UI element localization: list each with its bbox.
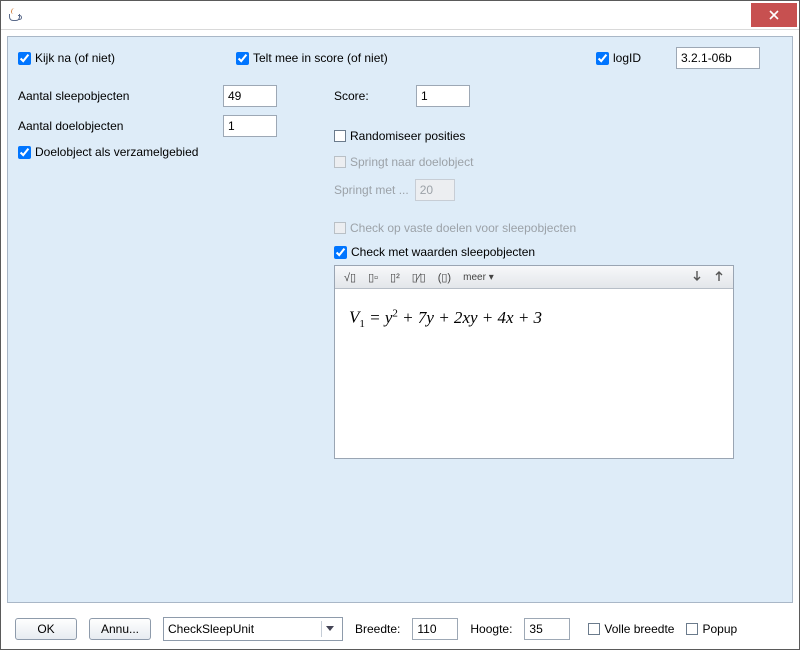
randomiseer-box[interactable] [334, 130, 346, 142]
eq-btn-up[interactable] [711, 270, 727, 285]
aantal-sleep-field[interactable] [223, 85, 277, 107]
score-field[interactable] [416, 85, 470, 107]
check-waarden-input[interactable] [334, 246, 347, 259]
telt-mee-input[interactable] [236, 52, 249, 65]
doel-verzamel-checkbox[interactable]: Doelobject als verzamelgebied [18, 145, 334, 159]
springt-doel-box [334, 156, 346, 168]
eq-btn-sq[interactable]: ▯² [387, 271, 403, 284]
randomiseer-label: Randomiseer posities [350, 129, 465, 143]
springt-met-field [415, 179, 455, 201]
logid-checkbox[interactable]: logID [596, 51, 676, 65]
titlebar-left [1, 7, 29, 23]
java-icon [7, 7, 23, 23]
popup-label: Popup [702, 622, 737, 636]
kijk-na-input[interactable] [18, 52, 31, 65]
cancel-button[interactable]: Annu... [89, 618, 151, 640]
hoogte-field[interactable] [524, 618, 570, 640]
close-button[interactable] [751, 3, 797, 27]
aantal-doel-field[interactable] [223, 115, 277, 137]
volle-breedte-checkbox[interactable]: Volle breedte [588, 622, 674, 636]
type-combo-value: CheckSleepUnit [168, 622, 254, 636]
check-vaste-label: Check op vaste doelen voor sleepobjecten [350, 221, 576, 235]
main-panel: Kijk na (of niet) Telt mee in score (of … [7, 36, 793, 603]
bottom-bar: OK Annu... CheckSleepUnit Breedte: Hoogt… [1, 609, 799, 649]
breedte-field[interactable] [412, 618, 458, 640]
eq-btn-sup[interactable]: ▯▫ [365, 271, 381, 284]
arrow-up-icon [714, 270, 724, 282]
eq-lhs-var: V [349, 308, 359, 327]
randomiseer-checkbox[interactable]: Randomiseer posities [334, 129, 782, 143]
ok-button[interactable]: OK [15, 618, 77, 640]
equation-area[interactable]: V1 = y2 + 7y + 2xy + 4x + 3 [335, 289, 733, 458]
check-waarden-checkbox[interactable]: Check met waarden sleepobjecten [334, 245, 782, 259]
hoogte-label: Hoogte: [470, 622, 512, 636]
logid-field[interactable] [676, 47, 760, 69]
eq-btn-more[interactable]: meer ▾ [460, 272, 497, 283]
volle-breedte-box[interactable] [588, 623, 600, 635]
breedte-label: Breedte: [355, 622, 400, 636]
eq-btn-sqrt[interactable]: √▯ [341, 271, 359, 284]
content: Kijk na (of niet) Telt mee in score (of … [1, 30, 799, 649]
eq-btn-paren[interactable]: (▯) [435, 271, 454, 284]
springt-doel-checkbox: Springt naar doelobject [334, 155, 782, 169]
close-icon [769, 10, 779, 20]
equation-toolbar: √▯ ▯▫ ▯² ▯⁄▯ (▯) meer ▾ [335, 266, 733, 289]
kijk-na-checkbox[interactable]: Kijk na (of niet) [18, 51, 236, 65]
right-column: Score: Randomiseer posities Springt naar… [334, 85, 782, 459]
chevron-down-icon [321, 621, 338, 637]
doel-verzamel-input[interactable] [18, 146, 31, 159]
eq-btn-frac[interactable]: ▯⁄▯ [409, 271, 429, 284]
springt-met-label: Springt met ... [334, 183, 409, 197]
springt-doel-label: Springt naar doelobject [350, 155, 473, 169]
chevron-down-icon: ▾ [489, 272, 494, 283]
check-waarden-label: Check met waarden sleepobjecten [351, 245, 535, 259]
popup-checkbox[interactable]: Popup [686, 622, 737, 636]
telt-mee-label: Telt mee in score (of niet) [253, 51, 388, 65]
left-column: Aantal sleepobjecten Aantal doelobjecten… [18, 85, 334, 459]
volle-breedte-label: Volle breedte [604, 622, 674, 636]
doel-verzamel-label: Doelobject als verzamelgebied [35, 145, 198, 159]
score-label: Score: [334, 89, 416, 103]
popup-box[interactable] [686, 623, 698, 635]
eq-btn-down[interactable] [689, 270, 705, 285]
aantal-doel-label: Aantal doelobjecten [18, 119, 223, 133]
equation-editor: √▯ ▯▫ ▯² ▯⁄▯ (▯) meer ▾ [334, 265, 734, 459]
kijk-na-label: Kijk na (of niet) [35, 51, 115, 65]
check-vaste-checkbox: Check op vaste doelen voor sleepobjecten [334, 221, 782, 235]
logid-label: logID [613, 51, 641, 65]
arrow-down-icon [692, 270, 702, 282]
window: Kijk na (of niet) Telt mee in score (of … [0, 0, 800, 650]
aantal-sleep-label: Aantal sleepobjecten [18, 89, 223, 103]
titlebar [1, 1, 799, 30]
eq-rhs: = y2 + 7y + 2xy + 4x + 3 [365, 308, 542, 327]
logid-input[interactable] [596, 52, 609, 65]
telt-mee-checkbox[interactable]: Telt mee in score (of niet) [236, 51, 596, 65]
type-combo[interactable]: CheckSleepUnit [163, 617, 343, 641]
check-vaste-box [334, 222, 346, 234]
